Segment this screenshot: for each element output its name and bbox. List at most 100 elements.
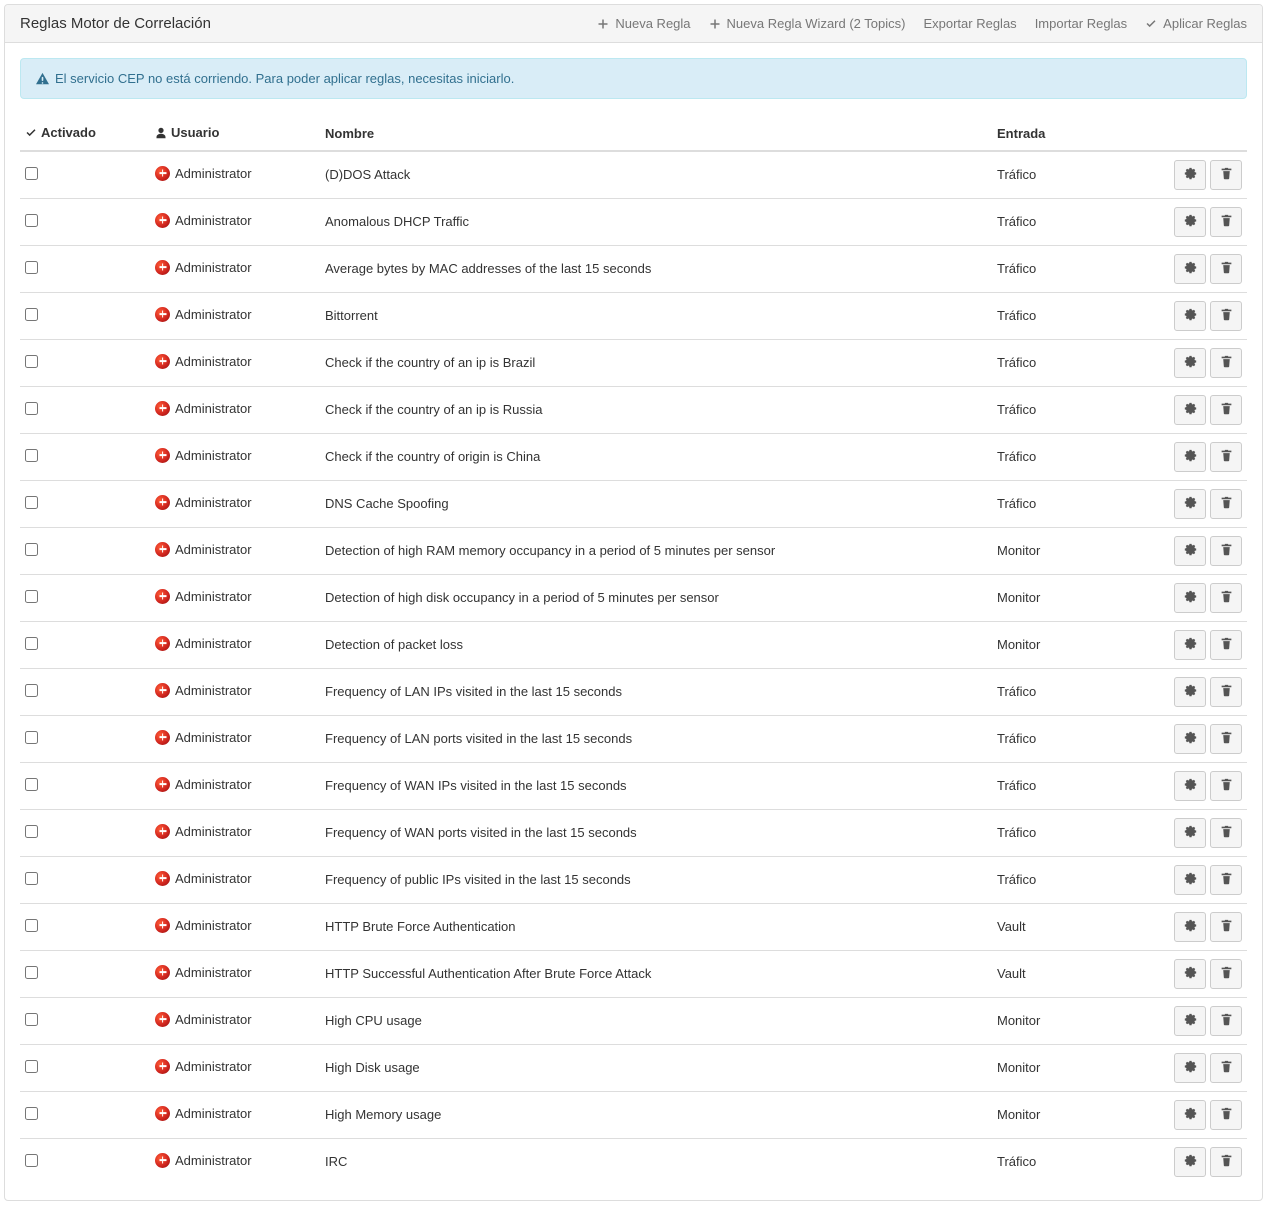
row-delete-button[interactable]	[1210, 865, 1242, 895]
row-name-label: High Memory usage	[325, 1107, 441, 1122]
row-enabled-checkbox[interactable]	[25, 872, 38, 885]
row-name-label: Frequency of public IPs visited in the l…	[325, 872, 631, 887]
row-user-label: Administrator	[175, 354, 252, 369]
gear-icon	[1184, 1060, 1197, 1076]
row-settings-button[interactable]	[1174, 1147, 1206, 1177]
row-delete-button[interactable]	[1210, 1053, 1242, 1083]
col-header-user[interactable]: Usuario	[150, 117, 320, 151]
row-delete-button[interactable]	[1210, 912, 1242, 942]
row-enabled-checkbox[interactable]	[25, 590, 38, 603]
row-name-label: (D)DOS Attack	[325, 167, 410, 182]
row-enabled-checkbox[interactable]	[25, 543, 38, 556]
apply-rules-button[interactable]: Aplicar Reglas	[1145, 16, 1247, 31]
rules-panel: Reglas Motor de Correlación Nueva Regla …	[4, 4, 1263, 1201]
row-delete-button[interactable]	[1210, 1147, 1242, 1177]
row-name-label: Detection of high disk occupancy in a pe…	[325, 590, 719, 605]
plus-icon	[709, 18, 721, 30]
row-delete-button[interactable]	[1210, 207, 1242, 237]
row-settings-button[interactable]	[1174, 959, 1206, 989]
row-settings-button[interactable]	[1174, 207, 1206, 237]
trash-icon	[1220, 1060, 1233, 1076]
row-enabled-checkbox[interactable]	[25, 496, 38, 509]
row-settings-button[interactable]	[1174, 677, 1206, 707]
row-settings-button[interactable]	[1174, 583, 1206, 613]
export-rules-button[interactable]: Exportar Reglas	[923, 16, 1016, 31]
row-user-label: Administrator	[175, 495, 252, 510]
row-user-label: Administrator	[175, 589, 252, 604]
row-enabled-checkbox[interactable]	[25, 825, 38, 838]
row-settings-button[interactable]	[1174, 724, 1206, 754]
row-settings-button[interactable]	[1174, 630, 1206, 660]
row-settings-button[interactable]	[1174, 865, 1206, 895]
table-row: AdministratorHTTP Successful Authenticat…	[20, 950, 1247, 997]
row-enabled-checkbox[interactable]	[25, 1154, 38, 1167]
row-settings-button[interactable]	[1174, 395, 1206, 425]
row-settings-button[interactable]	[1174, 536, 1206, 566]
row-delete-button[interactable]	[1210, 160, 1242, 190]
row-enabled-checkbox[interactable]	[25, 778, 38, 791]
row-delete-button[interactable]	[1210, 1006, 1242, 1036]
row-user-label: Administrator	[175, 636, 252, 651]
table-row: AdministratorIRCTráfico	[20, 1138, 1247, 1185]
row-settings-button[interactable]	[1174, 348, 1206, 378]
row-enabled-checkbox[interactable]	[25, 308, 38, 321]
row-settings-button[interactable]	[1174, 1100, 1206, 1130]
row-settings-button[interactable]	[1174, 1053, 1206, 1083]
row-enabled-checkbox[interactable]	[25, 1107, 38, 1120]
gear-icon	[1184, 731, 1197, 747]
row-user-label: Administrator	[175, 1012, 252, 1027]
trash-icon	[1220, 731, 1233, 747]
row-enabled-checkbox[interactable]	[25, 684, 38, 697]
row-enabled-checkbox[interactable]	[25, 1013, 38, 1026]
row-settings-button[interactable]	[1174, 818, 1206, 848]
alert-info: El servicio CEP no está corriendo. Para …	[20, 58, 1247, 99]
row-entry-label: Monitor	[997, 1107, 1040, 1122]
row-enabled-checkbox[interactable]	[25, 402, 38, 415]
import-rules-button[interactable]: Importar Reglas	[1035, 16, 1127, 31]
new-rule-wizard-button[interactable]: Nueva Regla Wizard (2 Topics)	[709, 16, 906, 31]
row-enabled-checkbox[interactable]	[25, 966, 38, 979]
row-delete-button[interactable]	[1210, 536, 1242, 566]
row-delete-button[interactable]	[1210, 301, 1242, 331]
row-settings-button[interactable]	[1174, 254, 1206, 284]
row-delete-button[interactable]	[1210, 959, 1242, 989]
trash-icon	[1220, 825, 1233, 841]
row-delete-button[interactable]	[1210, 442, 1242, 472]
row-entry-label: Tráfico	[997, 449, 1036, 464]
row-delete-button[interactable]	[1210, 630, 1242, 660]
row-settings-button[interactable]	[1174, 489, 1206, 519]
row-delete-button[interactable]	[1210, 724, 1242, 754]
row-enabled-checkbox[interactable]	[25, 449, 38, 462]
row-enabled-checkbox[interactable]	[25, 637, 38, 650]
row-delete-button[interactable]	[1210, 771, 1242, 801]
row-delete-button[interactable]	[1210, 1100, 1242, 1130]
row-settings-button[interactable]	[1174, 160, 1206, 190]
row-delete-button[interactable]	[1210, 395, 1242, 425]
row-enabled-checkbox[interactable]	[25, 355, 38, 368]
row-user-label: Administrator	[175, 401, 252, 416]
row-enabled-checkbox[interactable]	[25, 731, 38, 744]
row-settings-button[interactable]	[1174, 771, 1206, 801]
row-delete-button[interactable]	[1210, 818, 1242, 848]
row-enabled-checkbox[interactable]	[25, 261, 38, 274]
row-enabled-checkbox[interactable]	[25, 214, 38, 227]
row-delete-button[interactable]	[1210, 348, 1242, 378]
row-enabled-checkbox[interactable]	[25, 919, 38, 932]
alert-link[interactable]: El servicio CEP no está corriendo. Para …	[55, 71, 514, 86]
row-delete-button[interactable]	[1210, 677, 1242, 707]
row-user-label: Administrator	[175, 918, 252, 933]
row-settings-button[interactable]	[1174, 301, 1206, 331]
row-enabled-checkbox[interactable]	[25, 1060, 38, 1073]
row-settings-button[interactable]	[1174, 912, 1206, 942]
row-delete-button[interactable]	[1210, 254, 1242, 284]
row-entry-label: Monitor	[997, 590, 1040, 605]
row-settings-button[interactable]	[1174, 1006, 1206, 1036]
row-enabled-checkbox[interactable]	[25, 167, 38, 180]
col-header-name[interactable]: Nombre	[320, 117, 992, 151]
new-rule-button[interactable]: Nueva Regla	[597, 16, 690, 31]
row-delete-button[interactable]	[1210, 489, 1242, 519]
row-delete-button[interactable]	[1210, 583, 1242, 613]
col-header-enabled[interactable]: Activado	[20, 117, 150, 151]
col-header-entry[interactable]: Entrada	[992, 117, 1152, 151]
row-settings-button[interactable]	[1174, 442, 1206, 472]
